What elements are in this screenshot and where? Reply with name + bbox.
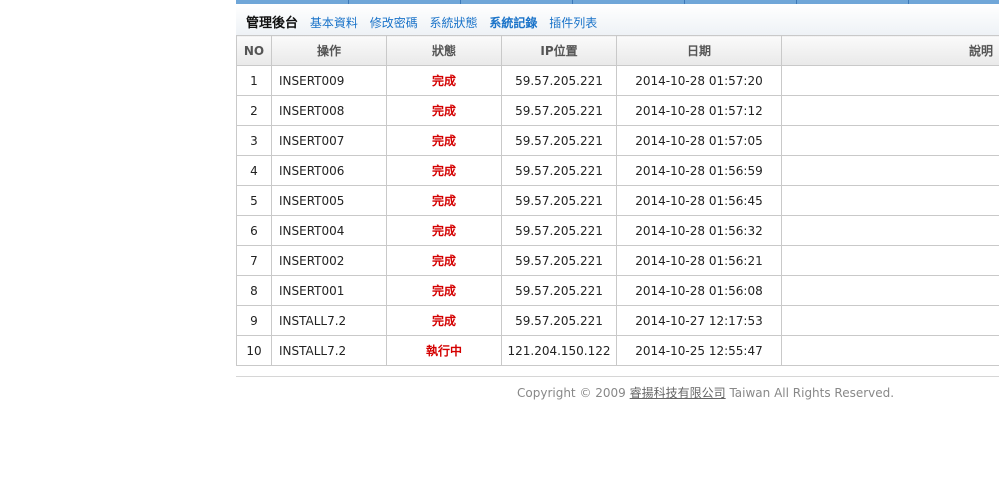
cell-status: 完成	[386, 65, 502, 96]
cell-ip: 59.57.205.221	[501, 215, 617, 246]
cell-status: 完成	[386, 95, 502, 126]
copyright-suffix: Taiwan All Rights Reserved.	[725, 386, 895, 400]
table-row[interactable]: 1 INSERT009 完成 59.57.205.221 2014-10-28 01:5…	[236, 65, 999, 96]
nav-links: 管理後台 基本資料 修改密碼 系統狀態 系統記錄 插件列表	[246, 12, 605, 31]
table-row[interactable]: 3 INSERT007 完成 59.57.205.221 2014-10-28 01:5…	[236, 125, 999, 156]
cell-operation: INSERT006	[271, 155, 387, 186]
cell-description	[781, 155, 999, 186]
cell-description	[781, 95, 999, 126]
cell-operation: INSTALL7.2	[271, 335, 387, 366]
cell-operation: INSERT004	[271, 215, 387, 246]
cell-no: 8	[236, 275, 272, 306]
cell-description	[781, 215, 999, 246]
cell-no: 1	[236, 65, 272, 96]
cell-no: 5	[236, 185, 272, 216]
cell-description	[781, 305, 999, 336]
column-header-no[interactable]: NO	[236, 35, 272, 66]
cell-no: 6	[236, 215, 272, 246]
cell-date: 2014-10-28 01:56:32	[616, 215, 782, 246]
column-header-ip[interactable]: IP位置	[501, 35, 617, 66]
cell-status: 完成	[386, 215, 502, 246]
cell-ip: 59.57.205.221	[501, 95, 617, 126]
cell-no: 2	[236, 95, 272, 126]
footer-divider	[236, 376, 999, 377]
cell-ip: 59.57.205.221	[501, 155, 617, 186]
cell-no: 9	[236, 305, 272, 336]
cell-description	[781, 185, 999, 216]
cell-status: 完成	[386, 155, 502, 186]
cell-status: 完成	[386, 125, 502, 156]
cell-operation: INSERT001	[271, 275, 387, 306]
table-header-row: NO 操作 狀態 IP位置 日期 說明	[236, 35, 999, 66]
cell-ip: 121.204.150.122	[501, 335, 617, 366]
cell-description	[781, 245, 999, 276]
column-header-operation[interactable]: 操作	[271, 35, 387, 66]
table-row[interactable]: 8 INSERT001 完成 59.57.205.221 2014-10-28 01:5…	[236, 275, 999, 306]
cell-date: 2014-10-28 01:56:59	[616, 155, 782, 186]
table-row[interactable]: 5 INSERT005 完成 59.57.205.221 2014-10-28 01:5…	[236, 185, 999, 216]
table-row[interactable]: 6 INSERT004 完成 59.57.205.221 2014-10-28 01:5…	[236, 215, 999, 246]
cell-date: 2014-10-28 01:56:08	[616, 275, 782, 306]
cell-status: 完成	[386, 305, 502, 336]
cell-date: 2014-10-27 12:17:53	[616, 305, 782, 336]
cell-status: 執行中	[386, 335, 502, 366]
table-row[interactable]: 7 INSERT002 完成 59.57.205.221 2014-10-28 01:5…	[236, 245, 999, 276]
cell-no: 3	[236, 125, 272, 156]
cell-date: 2014-10-28 01:56:21	[616, 245, 782, 276]
cell-date: 2014-10-28 01:57:12	[616, 95, 782, 126]
cell-ip: 59.57.205.221	[501, 65, 617, 96]
cell-operation: INSERT008	[271, 95, 387, 126]
cell-description	[781, 275, 999, 306]
cell-description	[781, 335, 999, 366]
column-header-date[interactable]: 日期	[616, 35, 782, 66]
cell-status: 完成	[386, 185, 502, 216]
table-body: 1 INSERT009 完成 59.57.205.221 2014-10-28 01:5…	[236, 65, 999, 366]
nav-link-plugin-list[interactable]: 插件列表	[549, 16, 597, 30]
cell-status: 完成	[386, 245, 502, 276]
table-row[interactable]: 4 INSERT006 完成 59.57.205.221 2014-10-28 01:5…	[236, 155, 999, 186]
cell-ip: 59.57.205.221	[501, 305, 617, 336]
cell-no: 7	[236, 245, 272, 276]
cell-date: 2014-10-25 12:55:47	[616, 335, 782, 366]
admin-nav-bar: 管理後台 基本資料 修改密碼 系統狀態 系統記錄 插件列表	[236, 4, 999, 36]
cell-operation: INSERT002	[271, 245, 387, 276]
cell-ip: 59.57.205.221	[501, 125, 617, 156]
company-link[interactable]: 睿揚科技有限公司	[630, 386, 726, 400]
cell-date: 2014-10-28 01:57:20	[616, 65, 782, 96]
cell-status: 完成	[386, 275, 502, 306]
cell-description	[781, 125, 999, 156]
copyright-footer: Copyright © 2009 睿揚科技有限公司 Taiwan All Rig…	[517, 384, 894, 401]
cell-no: 4	[236, 155, 272, 186]
nav-link-system-log[interactable]: 系統記錄	[489, 16, 537, 30]
cell-operation: INSTALL7.2	[271, 305, 387, 336]
cell-operation: INSERT007	[271, 125, 387, 156]
cell-ip: 59.57.205.221	[501, 275, 617, 306]
cell-operation: INSERT009	[271, 65, 387, 96]
column-header-description[interactable]: 說明	[781, 35, 999, 66]
nav-link-change-password[interactable]: 修改密碼	[370, 16, 418, 30]
cell-description	[781, 65, 999, 96]
cell-no: 10	[236, 335, 272, 366]
nav-link-system-status[interactable]: 系統狀態	[430, 16, 478, 30]
cell-ip: 59.57.205.221	[501, 245, 617, 276]
cell-operation: INSERT005	[271, 185, 387, 216]
cell-date: 2014-10-28 01:57:05	[616, 125, 782, 156]
column-header-status[interactable]: 狀態	[386, 35, 502, 66]
admin-title: 管理後台	[246, 16, 299, 31]
table-row[interactable]: 9 INSTALL7.2 完成 59.57.205.221 2014-10-27 12:…	[236, 305, 999, 336]
table-row[interactable]: 10 INSTALL7.2 執行中 121.204.150.122 2014-10-25…	[236, 335, 999, 366]
cell-date: 2014-10-28 01:56:45	[616, 185, 782, 216]
cell-ip: 59.57.205.221	[501, 185, 617, 216]
system-log-table: NO 操作 狀態 IP位置 日期 說明 1 INSERT009 完成 59.57.20…	[236, 35, 999, 366]
copyright-prefix: Copyright © 2009	[517, 386, 630, 400]
table-row[interactable]: 2 INSERT008 完成 59.57.205.221 2014-10-28 01:5…	[236, 95, 999, 126]
nav-link-basic-info[interactable]: 基本資料	[310, 16, 358, 30]
